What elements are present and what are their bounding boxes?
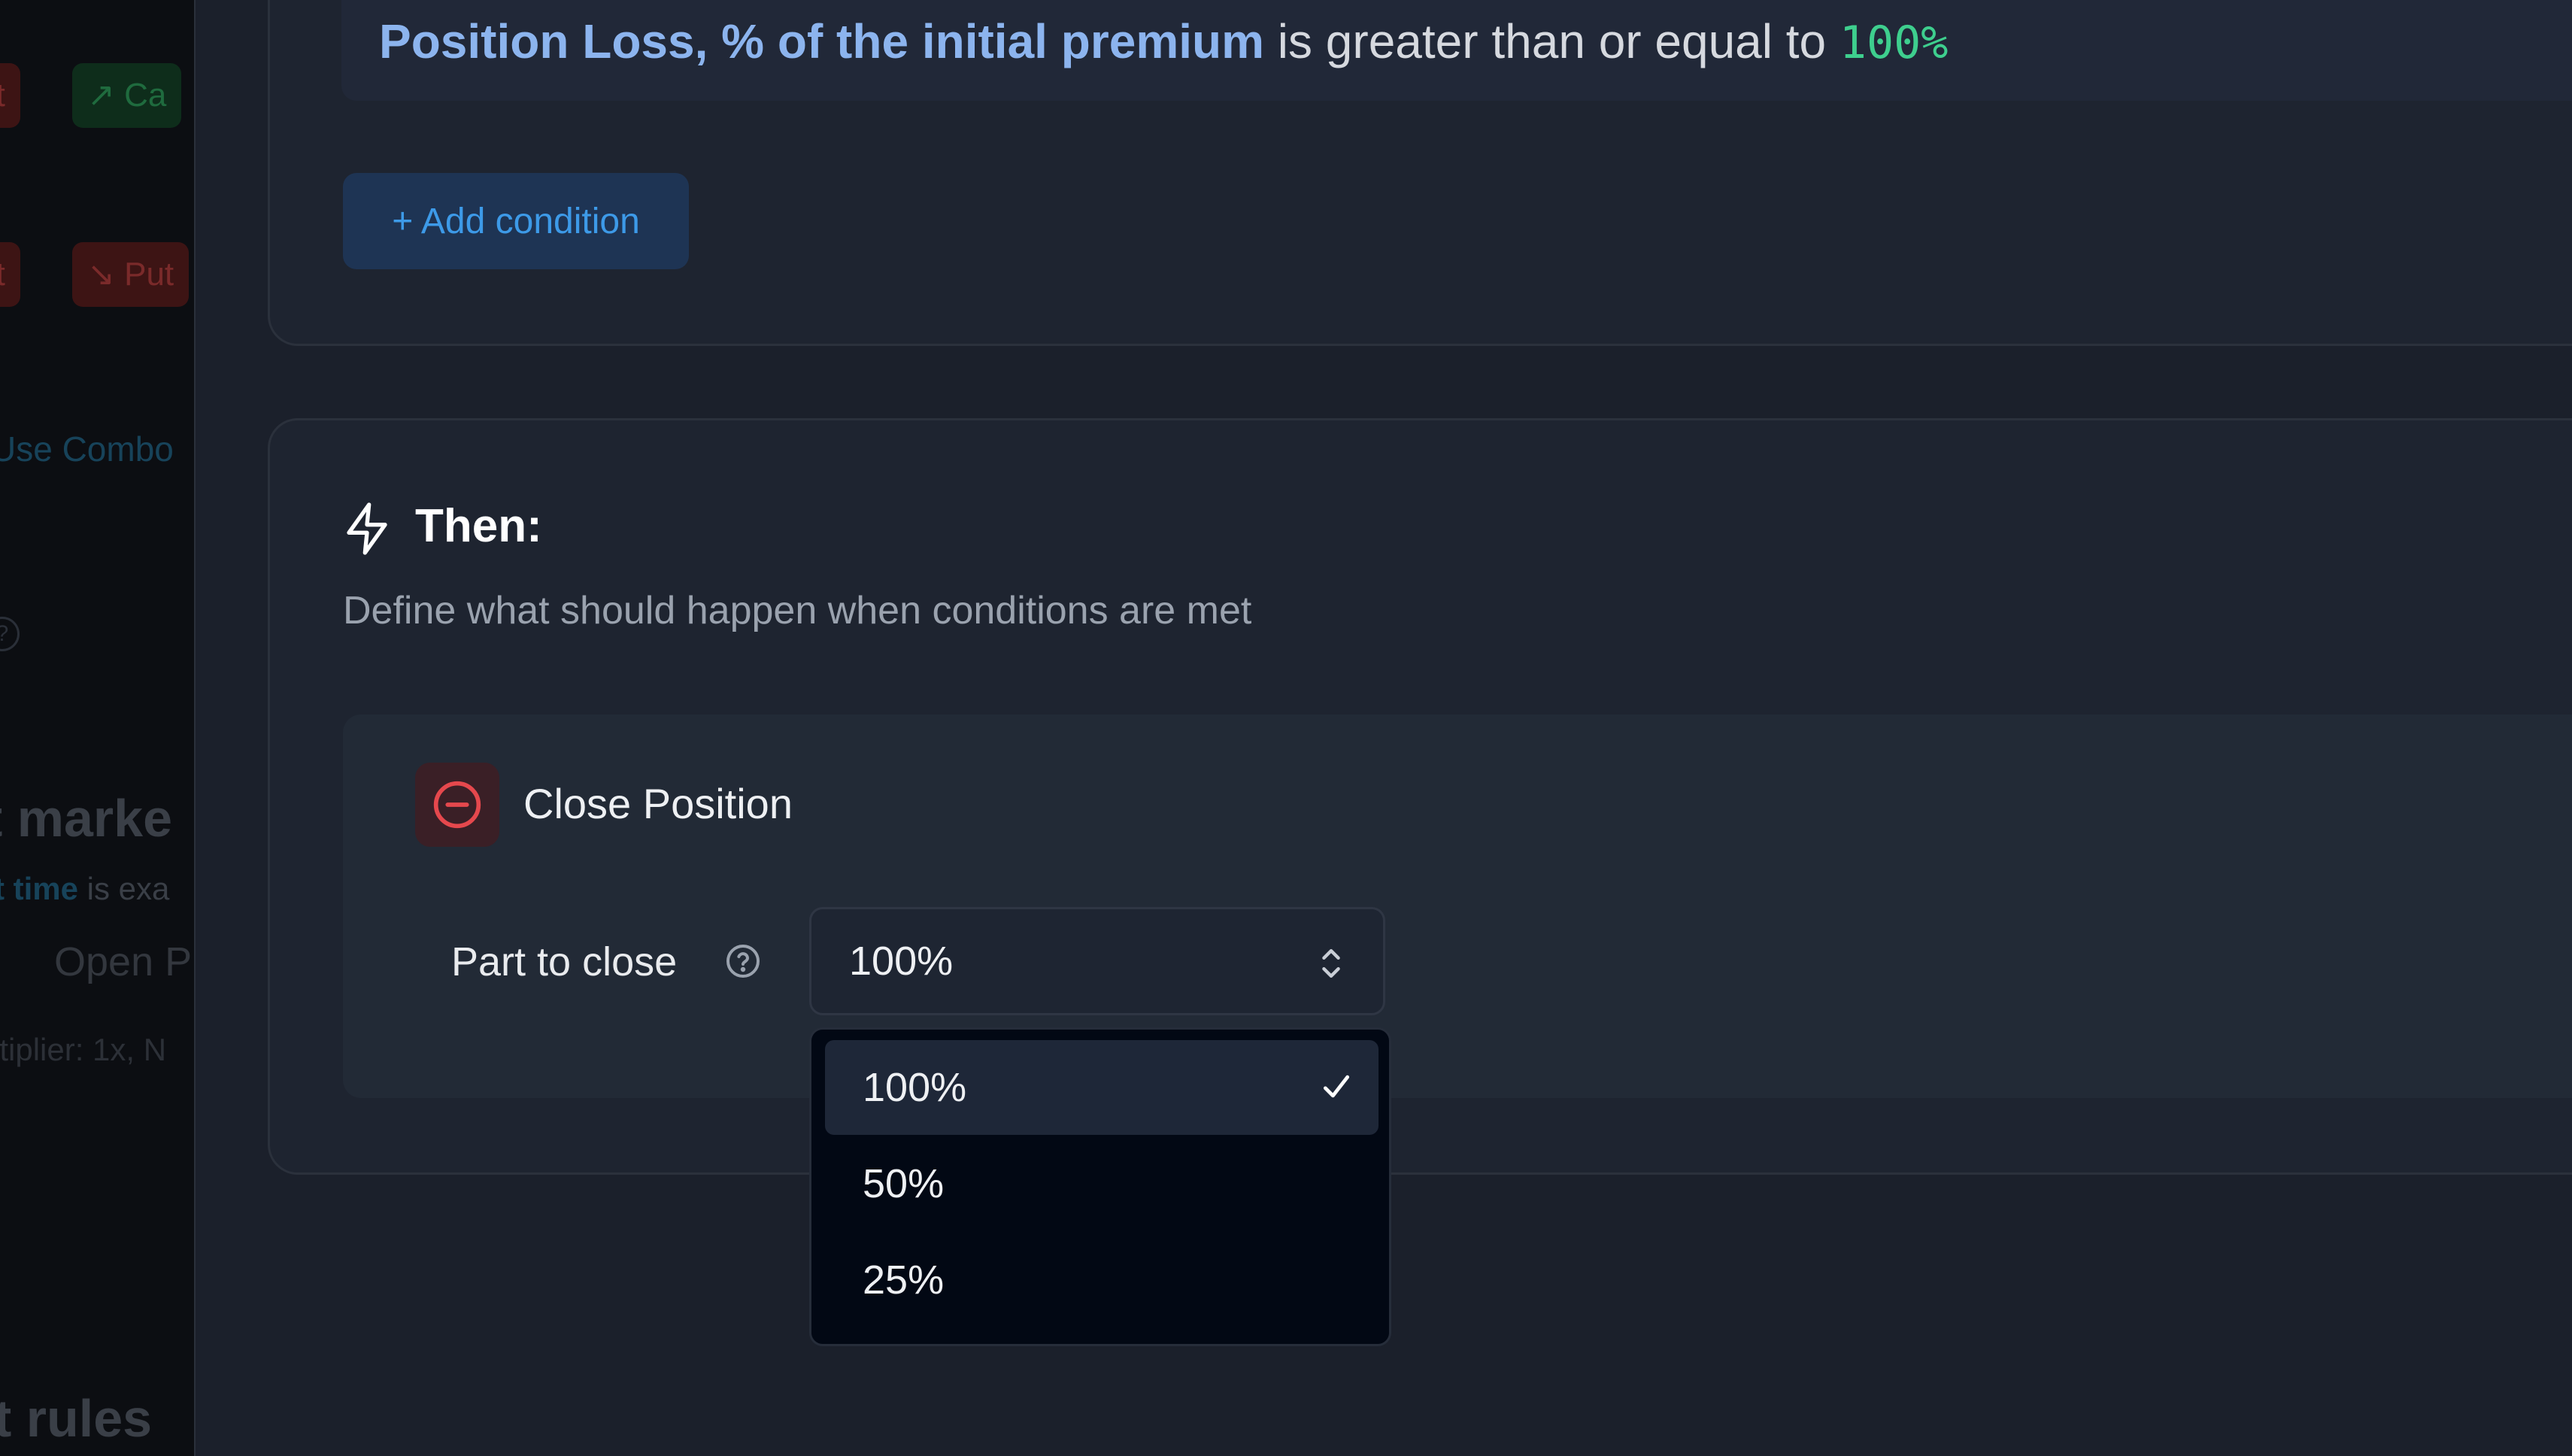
minus-circle-icon <box>415 763 499 847</box>
select-value: 100% <box>849 939 954 984</box>
bg-chip-short: rt <box>0 63 20 128</box>
then-title: Then: <box>415 500 542 552</box>
bg-help-icon: ? <box>0 617 20 651</box>
bg-heading: t marke <box>0 789 173 848</box>
condition-row[interactable]: Position Loss, % of the initial premium … <box>341 0 2572 101</box>
dropdown-option-25[interactable]: 25% <box>825 1233 1379 1327</box>
dropdown-option-50[interactable]: 50% <box>825 1136 1379 1231</box>
part-to-close-dropdown: 100% 50% 25% <box>809 1027 1391 1346</box>
bg-rules-heading: t rules <box>0 1389 153 1448</box>
part-to-close-label: Part to close <box>451 939 678 984</box>
bg-chip-label: Ca <box>124 77 167 114</box>
option-label: 100% <box>863 1065 967 1110</box>
condition-field: Position Loss, % of the initial premium <box>379 14 1264 68</box>
bg-use-combo-link: Use Combo <box>0 429 174 469</box>
check-icon <box>1323 1075 1350 1098</box>
part-to-close-select[interactable]: 100% <box>809 907 1385 1015</box>
bg-multiplier: ltiplier: 1x, N <box>0 1032 167 1067</box>
then-description: Define what should happen when condition… <box>343 589 1252 632</box>
condition-operator: is greater than or equal to <box>1264 14 1840 68</box>
dropdown-option-100[interactable]: 100% <box>825 1040 1379 1135</box>
bg-chip-put: ↘ Put <box>72 242 190 307</box>
bg-chip-label: rt <box>0 256 5 293</box>
chevron-up-down-icon <box>1322 949 1340 978</box>
bg-chip-label: Put <box>124 256 174 293</box>
bg-chip-short-2: rt <box>0 242 20 307</box>
lightning-icon <box>347 502 387 555</box>
option-label: 25% <box>863 1257 945 1303</box>
add-condition-button[interactable]: + Add condition <box>343 173 689 269</box>
bg-subtext: t time is exa <box>0 871 169 907</box>
bg-open-position: Open P <box>54 939 193 984</box>
action-box <box>343 714 2572 1098</box>
help-circle-icon[interactable] <box>725 943 761 979</box>
condition-value: 100% <box>1839 17 1949 69</box>
action-title: Close Position <box>523 780 793 827</box>
bg-subtext-rest: is exa <box>78 871 170 906</box>
bg-chip-call: ↗ Ca <box>72 63 182 128</box>
background-page: rt ↗ Ca rt ↘ Put Use Combo ? t marke t t… <box>0 0 194 1456</box>
option-label: 50% <box>863 1161 945 1206</box>
bg-subtext-bold: t time <box>0 871 79 906</box>
bg-chip-label: rt <box>0 77 5 114</box>
